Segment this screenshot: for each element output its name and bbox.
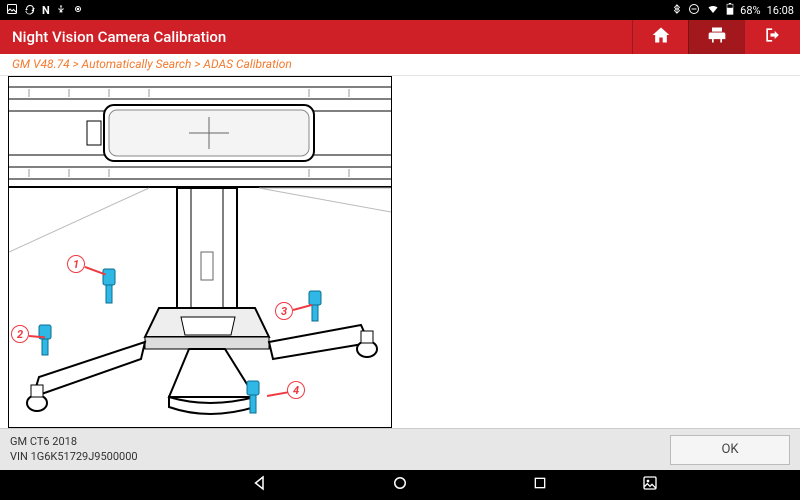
android-nav-bar [0,470,800,500]
breadcrumb: GM V48.74 > Automatically Search > ADAS … [0,54,800,76]
print-button[interactable] [688,20,744,54]
usb-icon [56,3,66,18]
calibration-diagram: 1 2 3 4 [8,76,392,428]
n-icon: N [42,4,50,17]
nav-back-button[interactable] [240,470,280,500]
vehicle-info: GM CT6 2018 VIN 1G6K51729J9500000 [10,435,670,464]
callout-2: 2 [11,325,29,343]
target-icon [72,3,84,18]
content-area: 1 2 3 4 [0,76,800,428]
callout-1: 1 [67,255,85,273]
vehicle-vin: VIN 1G6K51729J9500000 [10,450,670,464]
status-left: N [6,3,84,18]
sync-icon [24,3,36,18]
square-recent-icon [532,475,548,495]
footer-bar: GM CT6 2018 VIN 1G6K51729J9500000 OK [0,428,800,470]
battery-percent: 68% [740,4,760,17]
exit-icon [763,25,783,49]
vehicle-model: GM CT6 2018 [10,435,670,449]
circle-home-icon [391,474,409,496]
nav-recent-button[interactable] [520,470,560,500]
ok-button[interactable]: OK [670,435,790,465]
home-button[interactable] [632,20,688,54]
breadcrumb-text: GM V48.74 > Automatically Search > ADAS … [12,57,292,71]
clock: 16:08 [767,4,794,17]
nav-screenshot-button[interactable] [630,470,670,500]
dnd-icon [688,3,700,18]
callout-4: 4 [287,381,305,399]
exit-button[interactable] [744,20,800,54]
status-right: 68% 16:08 [672,3,794,18]
page-title: Night Vision Camera Calibration [0,28,632,46]
nav-home-button[interactable] [380,470,420,500]
bluetooth-icon [672,3,682,18]
battery-icon [726,3,734,18]
back-icon [251,474,269,496]
wifi-icon [706,3,720,18]
home-icon [651,25,671,49]
app-header: Night Vision Camera Calibration [0,20,800,54]
image-small-icon [642,475,658,495]
android-status-bar: N 68% 16:08 [0,0,800,20]
print-icon [707,25,727,49]
equipment-illustration [9,77,391,427]
image-icon [6,3,18,18]
callout-3: 3 [275,302,293,320]
